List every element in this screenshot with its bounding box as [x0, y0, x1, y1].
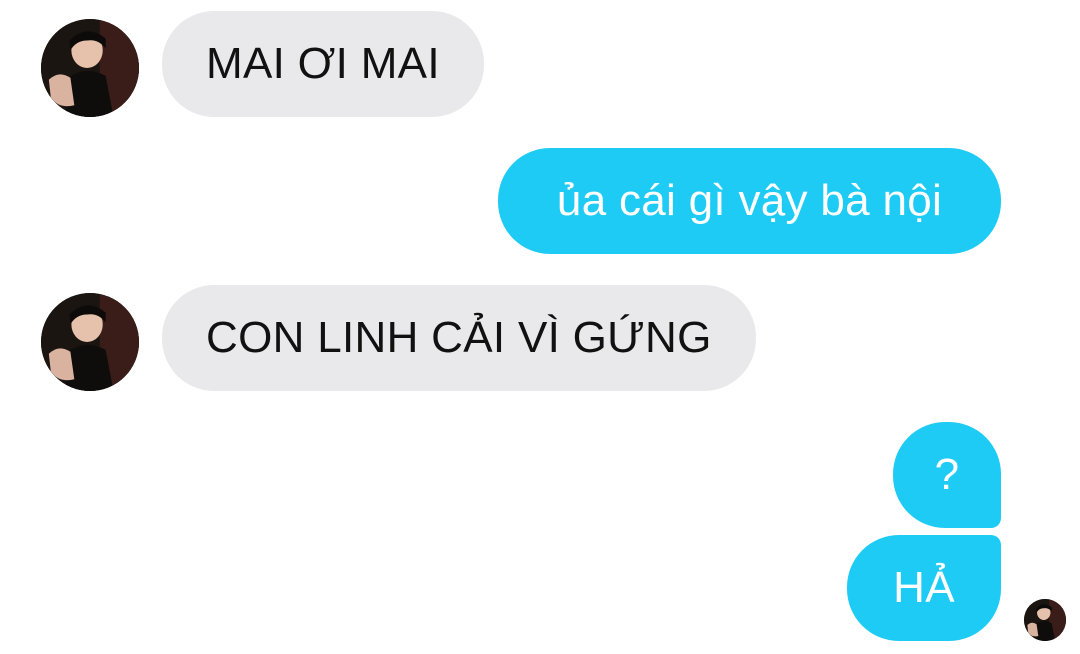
contact-avatar[interactable]: [41, 293, 139, 391]
profile-photo-icon: [41, 19, 139, 117]
message-text: ?: [934, 450, 960, 499]
message-text: CON LINH CẢI VÌ GỨNG: [206, 313, 712, 362]
outgoing-message-bubble[interactable]: ?: [893, 422, 1001, 528]
contact-avatar[interactable]: [41, 19, 139, 117]
message-text: HẢ: [893, 563, 955, 612]
incoming-message-bubble[interactable]: CON LINH CẢI VÌ GỨNG: [162, 285, 756, 391]
seen-receipt-avatar: [1024, 599, 1066, 641]
incoming-message-bubble[interactable]: MAI ƠI MAI: [162, 11, 484, 117]
outgoing-message-bubble[interactable]: ủa cái gì vậy bà nội: [498, 148, 1001, 254]
message-text: MAI ƠI MAI: [206, 39, 440, 88]
profile-photo-icon: [41, 293, 139, 391]
message-text: ủa cái gì vậy bà nội: [556, 176, 943, 225]
outgoing-message-bubble[interactable]: HẢ: [847, 535, 1001, 641]
read-receipt-avatar-icon: [1024, 599, 1066, 641]
chat-thread: MAI ƠI MAI ủa cái gì vậy bà nội CON LINH…: [0, 0, 1080, 654]
